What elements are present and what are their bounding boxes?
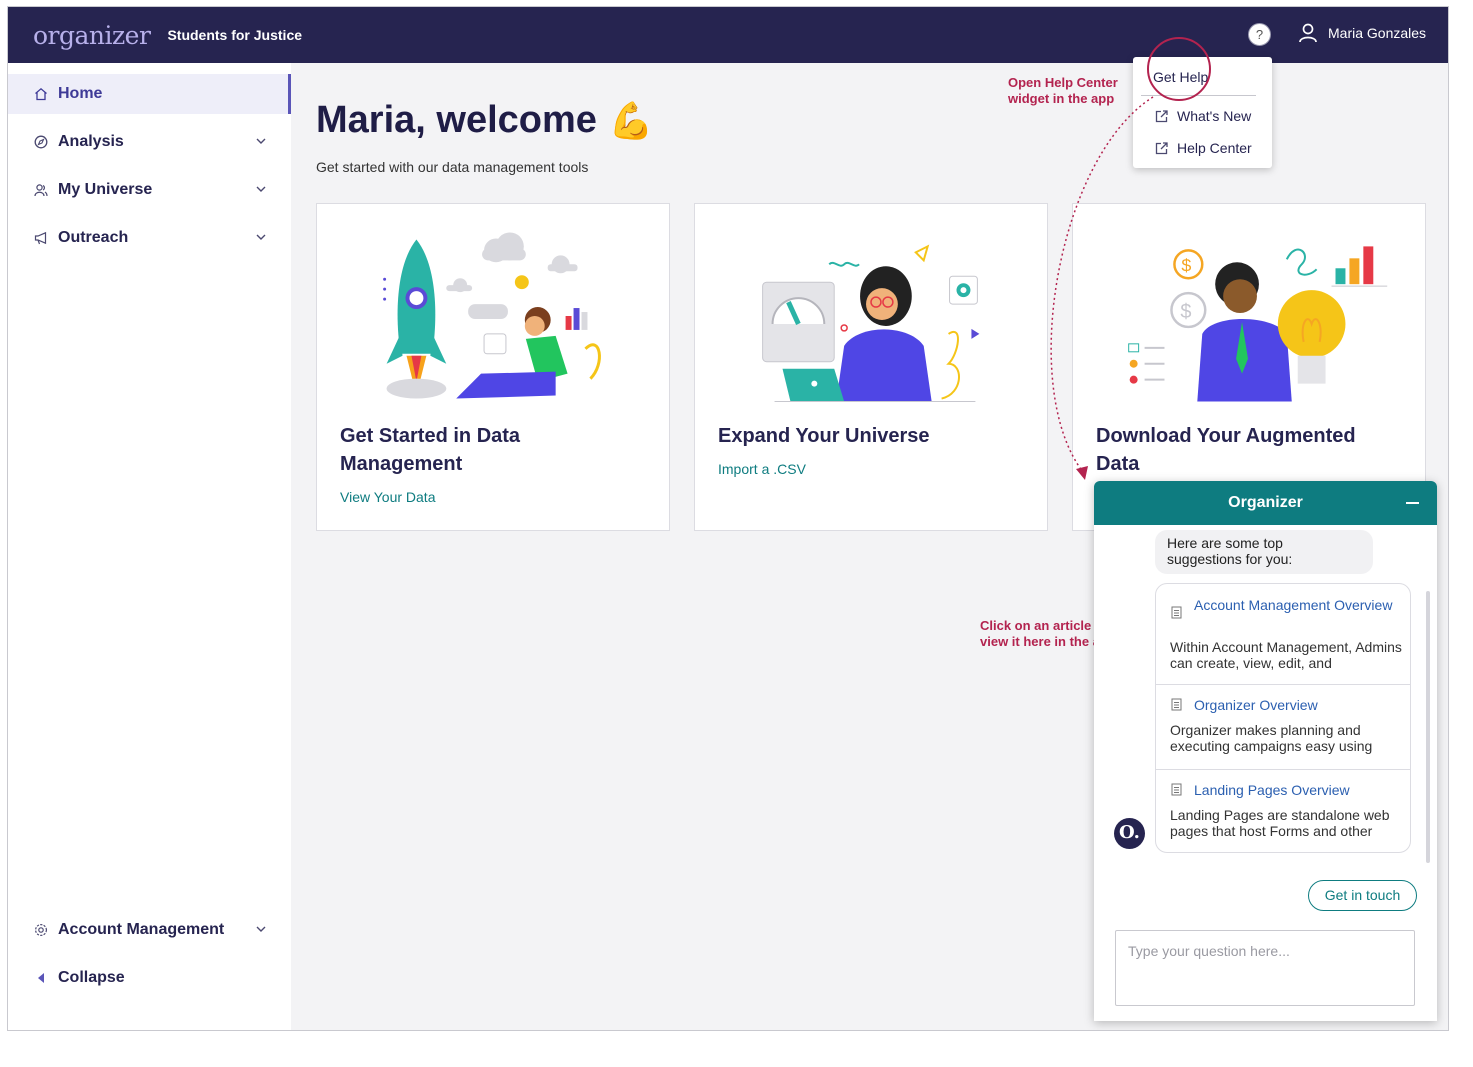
get-in-touch-button[interactable]: Get in touch (1308, 880, 1417, 911)
bot-avatar: O. (1114, 818, 1145, 849)
help-chat-widget: Organizer Here are some top suggestions … (1094, 481, 1437, 1021)
document-icon (1171, 783, 1182, 796)
article-title[interactable]: Landing Pages Overview (1194, 782, 1394, 798)
article-title[interactable]: Account Management Overview (1194, 597, 1394, 613)
chat-title: Organizer (1228, 494, 1303, 511)
app-window: organizer Students for Justice ? Maria G… (7, 6, 1449, 1031)
article-description: Organizer makes planning and executing c… (1170, 722, 1373, 754)
article-title[interactable]: Organizer Overview (1194, 697, 1394, 713)
minimize-icon[interactable] (1406, 502, 1419, 504)
article-description: Within Account Management, Admins can cr… (1170, 639, 1402, 671)
document-icon (1171, 698, 1182, 711)
article-suggestions: Account Management Overview Within Accou… (1155, 583, 1411, 853)
chat-scrollbar[interactable] (1426, 591, 1430, 863)
article-description: Landing Pages are standalone web pages t… (1170, 807, 1390, 839)
article-card[interactable]: Account Management Overview Within Accou… (1156, 584, 1410, 685)
bot-message: Here are some top suggestions for you: (1155, 530, 1373, 574)
document-icon (1171, 606, 1182, 619)
article-card[interactable]: Organizer Overview Organizer makes plann… (1156, 685, 1410, 770)
article-card[interactable]: Landing Pages Overview Landing Pages are… (1156, 770, 1410, 854)
chat-header: Organizer (1094, 481, 1437, 525)
chat-question-input[interactable] (1115, 930, 1415, 1006)
